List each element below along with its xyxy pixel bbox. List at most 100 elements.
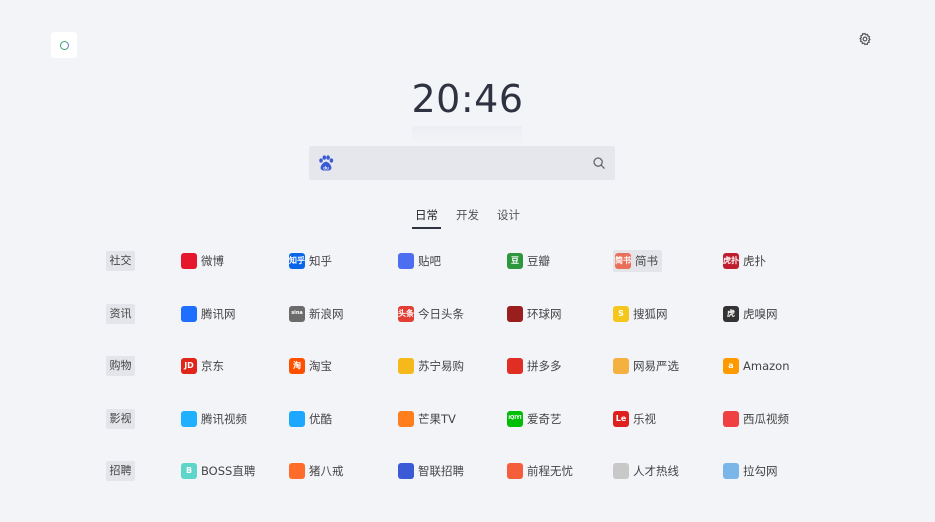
- shortcut-sina[interactable]: sina 新浪网: [289, 304, 344, 324]
- sohu-icon: S: [613, 305, 629, 322]
- taobao-icon: 淘: [289, 358, 305, 374]
- shortcut-label: 新浪网: [309, 306, 344, 321]
- category-tabs: 日常 开发 设计: [0, 206, 935, 229]
- 51job-icon: [507, 463, 523, 479]
- cjol-icon: [613, 463, 629, 479]
- shortcut-label: 微博: [201, 254, 224, 268]
- mgtv-icon: [398, 410, 414, 427]
- tab-dev[interactable]: 开发: [453, 206, 482, 229]
- shortcut-label: 芒果TV: [418, 411, 456, 426]
- boss-icon: B: [181, 463, 197, 479]
- settings-gear-icon[interactable]: [856, 30, 874, 48]
- tencent-video-icon: [181, 410, 197, 427]
- weibo-icon: [181, 253, 197, 269]
- shortcut-51job[interactable]: 前程无忧: [507, 461, 573, 481]
- douban-icon: 豆: [507, 253, 523, 269]
- shortcut-tencent-video[interactable]: 腾讯视频: [181, 409, 247, 429]
- search-input[interactable]: [343, 147, 583, 179]
- shortcut-xigua[interactable]: 西瓜视频: [723, 409, 789, 429]
- letv-icon: Le: [613, 410, 629, 427]
- category-label: 购物: [106, 356, 135, 376]
- shortcut-suning[interactable]: 苏宁易购: [398, 356, 464, 376]
- qq-icon: [181, 305, 197, 322]
- shortcut-label: 虎扑: [743, 254, 766, 268]
- shortcut-mgtv[interactable]: 芒果TV: [398, 409, 456, 429]
- shortcut-hupu[interactable]: 虎扑 虎扑: [723, 251, 766, 271]
- shortcut-label: 腾讯视频: [201, 411, 247, 426]
- shortcut-lagou[interactable]: 拉勾网: [723, 461, 778, 481]
- youku-icon: [289, 410, 305, 427]
- amazon-icon: a: [723, 358, 739, 374]
- shortcut-jianshu[interactable]: 简书 简书: [613, 250, 662, 272]
- hupu-icon: 虎扑: [723, 253, 739, 269]
- shortcut-label: 拼多多: [527, 359, 562, 373]
- shortcut-yanxuan[interactable]: 网易严选: [613, 356, 679, 376]
- shortcut-jd[interactable]: JD 京东: [181, 356, 224, 376]
- huanqiu-icon: [507, 305, 523, 322]
- tieba-icon: [398, 253, 414, 269]
- shortcut-label: 简书: [635, 254, 658, 268]
- jianshu-icon: 简书: [615, 253, 631, 269]
- tab-design[interactable]: 设计: [494, 206, 523, 229]
- clock-reflection: [412, 126, 522, 144]
- shortcut-label: 京东: [201, 359, 224, 373]
- lagou-icon: [723, 463, 739, 479]
- app-logo-icon[interactable]: [51, 32, 77, 58]
- shortcut-toutiao[interactable]: 头条 今日头条: [398, 304, 464, 324]
- shortcut-label: 腾讯网: [201, 306, 236, 321]
- zhihu-icon: 知乎: [289, 253, 305, 269]
- svg-text:du: du: [323, 165, 329, 170]
- shortcut-label: 乐视: [633, 411, 656, 426]
- shortcut-label: 搜狐网: [633, 306, 668, 321]
- shortcut-label: 前程无忧: [527, 464, 573, 478]
- category-row-news: 资讯 腾讯网 sina 新浪网 头条 今日头条 环球网 S 搜狐网 虎虎嗅网: [106, 302, 866, 355]
- category-label: 资讯: [106, 303, 135, 324]
- tab-daily[interactable]: 日常: [412, 206, 441, 229]
- shortcut-sohu[interactable]: S 搜狐网: [613, 304, 668, 324]
- shortcut-label: 豆瓣: [527, 254, 550, 268]
- new-tab-page: 20:46 du 日常 开发 设计 社交 微博 知乎 知乎 贴吧 豆豆瓣 简书 简书 虎扑 虎扑资…: [0, 0, 935, 522]
- shortcut-zhaopin[interactable]: 智联招聘: [398, 461, 464, 481]
- shortcut-weibo[interactable]: 微博: [181, 251, 224, 271]
- shortcut-label: 苏宁易购: [418, 359, 464, 373]
- huxiu-icon: 虎: [723, 305, 739, 322]
- shortcut-label: 智联招聘: [418, 464, 464, 478]
- shortcut-qq[interactable]: 腾讯网: [181, 304, 236, 324]
- shortcut-letv[interactable]: Le 乐视: [613, 409, 656, 429]
- sina-icon: sina: [289, 305, 305, 322]
- category-row-jobs: 招聘 B BOSS直聘 猪八戒 智联招聘 前程无忧 人才热线 拉勾网: [106, 459, 866, 512]
- shortcut-label: 西瓜视频: [743, 411, 789, 426]
- shortcut-zbj[interactable]: 猪八戒: [289, 461, 344, 481]
- shortcut-huanqiu[interactable]: 环球网: [507, 304, 562, 324]
- shortcut-label: 贴吧: [418, 254, 441, 268]
- clock-time: 20:46: [411, 77, 524, 121]
- shortcut-boss[interactable]: B BOSS直聘: [181, 461, 255, 481]
- category-label: 招聘: [106, 461, 135, 481]
- search-icon[interactable]: [583, 146, 615, 180]
- shortcut-label: 拉勾网: [743, 464, 778, 478]
- jd-icon: JD: [181, 358, 197, 374]
- shortcut-huxiu[interactable]: 虎虎嗅网: [723, 304, 778, 324]
- shortcut-zhihu[interactable]: 知乎 知乎: [289, 251, 332, 271]
- category-label: 社交: [106, 251, 135, 271]
- shortcut-taobao[interactable]: 淘淘宝: [289, 356, 332, 376]
- shortcut-youku[interactable]: 优酷: [289, 409, 332, 429]
- toutiao-icon: 头条: [398, 305, 414, 322]
- shortcut-label: 知乎: [309, 254, 332, 268]
- shortcut-iqiyi[interactable]: iQIYI 爱奇艺: [507, 409, 562, 429]
- shortcut-pinduoduo[interactable]: 拼多多: [507, 356, 562, 376]
- shortcut-label: 猪八戒: [309, 464, 344, 478]
- shortcut-grid: 社交 微博 知乎 知乎 贴吧 豆豆瓣 简书 简书 虎扑 虎扑资讯 腾讯网 sina 新浪网 头条 今日头条 环…: [106, 249, 866, 512]
- category-row-social: 社交 微博 知乎 知乎 贴吧 豆豆瓣 简书 简书 虎扑 虎扑: [106, 249, 866, 302]
- shortcut-label: 今日头条: [418, 306, 464, 321]
- shortcut-cjol[interactable]: 人才热线: [613, 461, 679, 481]
- shortcut-amazon[interactable]: a Amazon: [723, 356, 789, 376]
- shortcut-label: 环球网: [527, 306, 562, 321]
- shortcut-label: 优酷: [309, 411, 332, 426]
- xigua-icon: [723, 410, 739, 427]
- shortcut-douban[interactable]: 豆豆瓣: [507, 251, 550, 271]
- baidu-engine-icon[interactable]: du: [309, 146, 343, 180]
- suning-icon: [398, 358, 414, 374]
- shortcut-label: 淘宝: [309, 359, 332, 373]
- shortcut-tieba[interactable]: 贴吧: [398, 251, 441, 271]
